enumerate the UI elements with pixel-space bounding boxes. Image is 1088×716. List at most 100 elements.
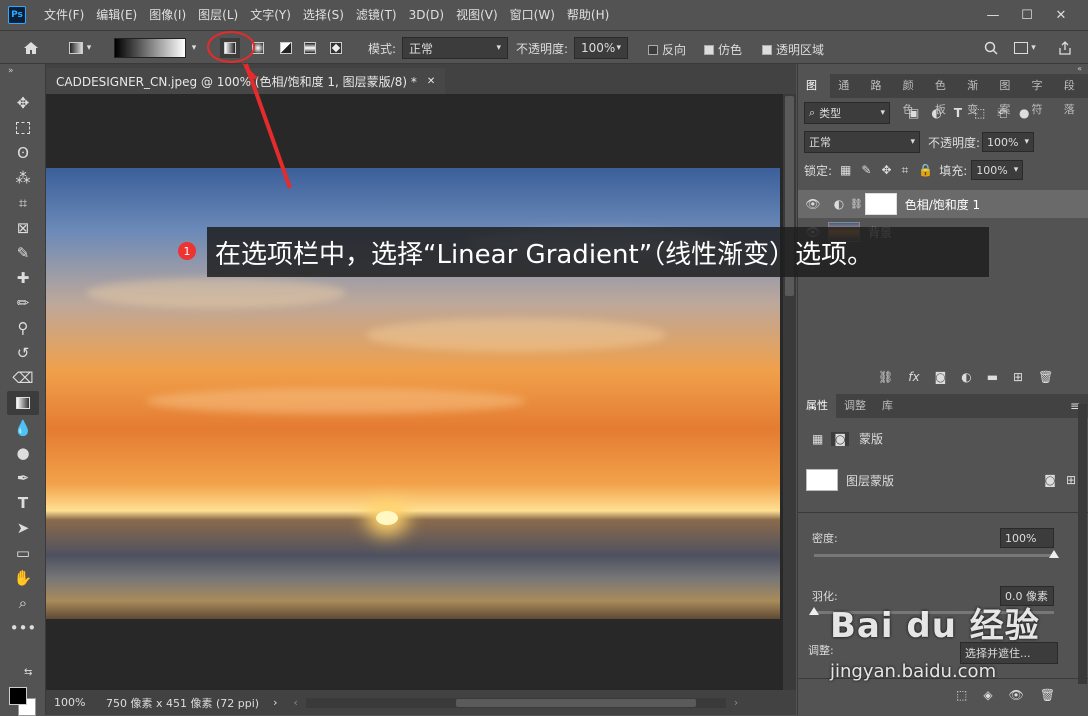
menu-layer[interactable]: 图层(L) [192, 0, 244, 30]
healing-brush-tool-icon[interactable]: ✚ [7, 266, 39, 290]
visibility-eye-icon[interactable]: 👁 [798, 197, 828, 211]
lock-all-icon[interactable]: 🔒 [918, 163, 933, 177]
crop-tool-icon[interactable]: ⌗ [7, 191, 39, 215]
tab-libraries[interactable]: 库 [874, 394, 901, 418]
more-tools-icon[interactable]: ••• [7, 616, 39, 640]
tab-properties[interactable]: 属性 [798, 394, 836, 418]
share-icon[interactable] [1054, 37, 1076, 59]
blend-mode-select[interactable]: 正常 ▾ [804, 131, 920, 153]
tool-preset-icon[interactable]: ▾ [62, 39, 98, 57]
gradient-picker-chevron-icon[interactable]: ▾ [188, 39, 200, 57]
filter-type-icon[interactable]: T [954, 106, 962, 120]
opacity-input[interactable]: 100% ▾ [574, 37, 628, 59]
brush-tool-icon[interactable]: ✏ [7, 291, 39, 315]
layer-opacity-input[interactable]: 100% ▾ [982, 132, 1035, 152]
transparency-checkbox[interactable]: 透明区域 [762, 41, 824, 58]
reflected-gradient-icon[interactable] [300, 38, 320, 58]
menu-image[interactable]: 图像(I) [143, 0, 192, 30]
density-slider[interactable] [814, 554, 1054, 557]
diamond-gradient-icon[interactable] [326, 38, 346, 58]
eraser-tool-icon[interactable]: ⌫ [7, 366, 39, 390]
tab-patterns[interactable]: 图案 [991, 74, 1023, 116]
scroll-thumb[interactable] [455, 698, 696, 707]
vector-mask-icon[interactable]: ◙ [831, 431, 849, 446]
vertical-scrollbar[interactable] [783, 94, 796, 690]
menu-3d[interactable]: 3D(D) [403, 0, 450, 30]
close-tab-icon[interactable]: ✕ [427, 76, 435, 87]
layer-style-icon[interactable]: fx [908, 370, 919, 384]
path-selection-tool-icon[interactable]: ➤ [7, 516, 39, 540]
foreground-color-swatch[interactable] [9, 687, 27, 705]
density-slider-thumb[interactable] [1049, 550, 1059, 558]
panel-collapse-icon[interactable]: « [798, 64, 1088, 74]
mode-select[interactable]: 正常 ▾ [402, 37, 508, 59]
zoom-tool-icon[interactable]: ⌕ [7, 591, 39, 615]
rectangle-tool-icon[interactable]: ▭ [7, 541, 39, 565]
menu-window[interactable]: 窗口(W) [504, 0, 561, 30]
dither-checkbox[interactable]: 仿色 [704, 41, 742, 58]
menu-edit[interactable]: 编辑(E) [90, 0, 143, 30]
menu-view[interactable]: 视图(V) [450, 0, 504, 30]
menu-filter[interactable]: 滤镜(T) [350, 0, 403, 30]
tab-paths[interactable]: 路径 [862, 74, 894, 116]
filter-smart-object-icon[interactable]: ⎗ [997, 106, 1007, 121]
lasso-tool-icon[interactable]: ʘ [7, 141, 39, 165]
stamp-tool-icon[interactable]: ⚲ [7, 316, 39, 340]
tab-gradients[interactable]: 渐变 [959, 74, 991, 116]
lock-position-icon[interactable]: ✥ [881, 163, 891, 177]
tab-paragraph[interactable]: 段落 [1056, 74, 1088, 116]
filter-pixel-icon[interactable]: ▣ [908, 106, 919, 120]
lock-transparent-icon[interactable]: ▦ [840, 163, 851, 177]
angle-gradient-icon[interactable] [276, 38, 296, 58]
pen-tool-icon[interactable]: ✒ [7, 466, 39, 490]
frame-tool-icon[interactable]: ⊠ [7, 216, 39, 240]
tab-channels[interactable]: 通道 [830, 74, 862, 116]
minimize-button[interactable]: — [976, 3, 1010, 27]
filter-shape-icon[interactable]: ⬚ [974, 106, 985, 120]
new-adjustment-icon[interactable]: ◐ [961, 370, 971, 384]
hand-tool-icon[interactable]: ✋ [7, 566, 39, 590]
tab-swatches[interactable]: 色板 [927, 74, 959, 116]
panel-collapse-icon[interactable]: » [0, 64, 45, 78]
menu-help[interactable]: 帮助(H) [561, 0, 615, 30]
history-brush-tool-icon[interactable]: ↺ [7, 341, 39, 365]
feather-slider-thumb[interactable] [809, 607, 819, 615]
eyedropper-tool-icon[interactable]: ✎ [7, 241, 39, 265]
close-window-button[interactable]: ✕ [1044, 3, 1078, 27]
home-icon[interactable] [18, 37, 44, 59]
tab-adjustments[interactable]: 调整 [836, 394, 874, 418]
move-tool-icon[interactable]: ✥ [7, 91, 39, 115]
layer-row[interactable]: 👁 ◐ ⛓ 色相/饱和度 1 [798, 190, 1088, 218]
density-input[interactable]: 100% [1000, 528, 1054, 548]
swap-colors-icon[interactable]: ⇆ [24, 667, 32, 678]
lock-image-icon[interactable]: ✎ [861, 163, 871, 177]
select-pixel-mask-icon[interactable]: ◙ [1044, 473, 1056, 487]
status-menu-chevron-icon[interactable]: › [273, 696, 277, 709]
marquee-tool-icon[interactable] [7, 116, 39, 140]
delete-layer-icon[interactable]: 🗑 [1038, 370, 1053, 384]
type-tool-icon[interactable]: T [7, 491, 39, 515]
dodge-tool-icon[interactable]: ● [7, 441, 39, 465]
add-vector-mask-icon[interactable]: ⊞ [1066, 473, 1076, 487]
tab-layers[interactable]: 图层 [798, 74, 831, 116]
fill-input[interactable]: 100% ▾ [971, 160, 1024, 180]
lock-artboard-icon[interactable]: ⌗ [902, 163, 909, 178]
reverse-checkbox[interactable]: 反向 [648, 41, 686, 58]
layer-mask-thumbnail[interactable] [864, 193, 897, 215]
scroll-left-icon[interactable]: ‹ [294, 696, 298, 709]
menu-type[interactable]: 文字(Y) [244, 0, 297, 30]
search-icon[interactable] [980, 37, 1002, 59]
menu-file[interactable]: 文件(F) [38, 0, 90, 30]
link-layers-icon[interactable]: ⛓ [878, 370, 893, 384]
horizontal-scrollbar[interactable] [305, 697, 726, 708]
gradient-picker[interactable] [114, 38, 186, 58]
filter-adjustment-icon[interactable]: ◐ [931, 106, 941, 120]
scroll-right-icon[interactable]: › [734, 696, 738, 709]
zoom-value[interactable]: 100% [46, 696, 96, 709]
layer-filter-select[interactable]: ⌕ 类型 ▾ [804, 102, 890, 124]
new-group-icon[interactable]: ▬ [987, 370, 998, 384]
gradient-tool-icon[interactable] [7, 391, 39, 415]
blur-tool-icon[interactable]: 💧 [7, 416, 39, 440]
workspace-icon[interactable]: ▾ [1010, 37, 1040, 59]
add-mask-icon[interactable]: ◙ [935, 370, 947, 384]
